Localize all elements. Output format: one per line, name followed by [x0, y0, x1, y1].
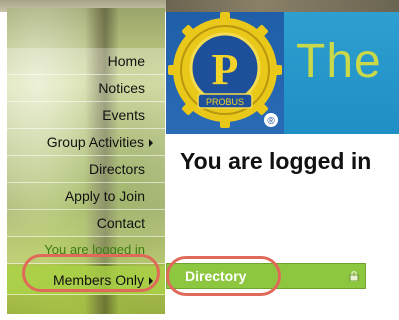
nav-item-contact[interactable]: Contact [7, 210, 165, 237]
header-title-clip: The P [284, 12, 399, 134]
nav-item-label: Directors [88, 161, 145, 177]
nav-item-label: Home [107, 53, 145, 69]
probus-logo[interactable]: P PROBUS ® [168, 12, 286, 134]
logo-banner-text: PROBUS [206, 97, 244, 107]
highlight-ring-directory [166, 256, 281, 296]
top-photo-strip [166, 0, 399, 12]
page-title: You are logged in [180, 148, 372, 174]
nav-item-notices[interactable]: Notices [7, 75, 165, 102]
nav-item-label: Apply to Join [64, 188, 145, 204]
registered-mark: ® [267, 116, 275, 127]
nav-item-label: Contact [96, 215, 145, 231]
nav-item-label: Group Activities [46, 134, 144, 150]
nav-item-label: Events [102, 107, 145, 123]
nav-item-group-activities[interactable]: Group Activities [7, 129, 165, 156]
nav-item-label: Notices [98, 80, 145, 96]
submenu-arrow-icon [149, 139, 153, 148]
site-title: The P [296, 35, 399, 88]
nav-item-apply-to-join[interactable]: Apply to Join [7, 183, 165, 210]
nav-item-events[interactable]: Events [7, 102, 165, 129]
nav-item-directors[interactable]: Directors [7, 156, 165, 183]
nav-item-home[interactable]: Home [7, 48, 165, 75]
logo-letter: P [212, 45, 239, 94]
highlight-ring-members-only [22, 254, 160, 292]
lock-icon [349, 271, 359, 281]
